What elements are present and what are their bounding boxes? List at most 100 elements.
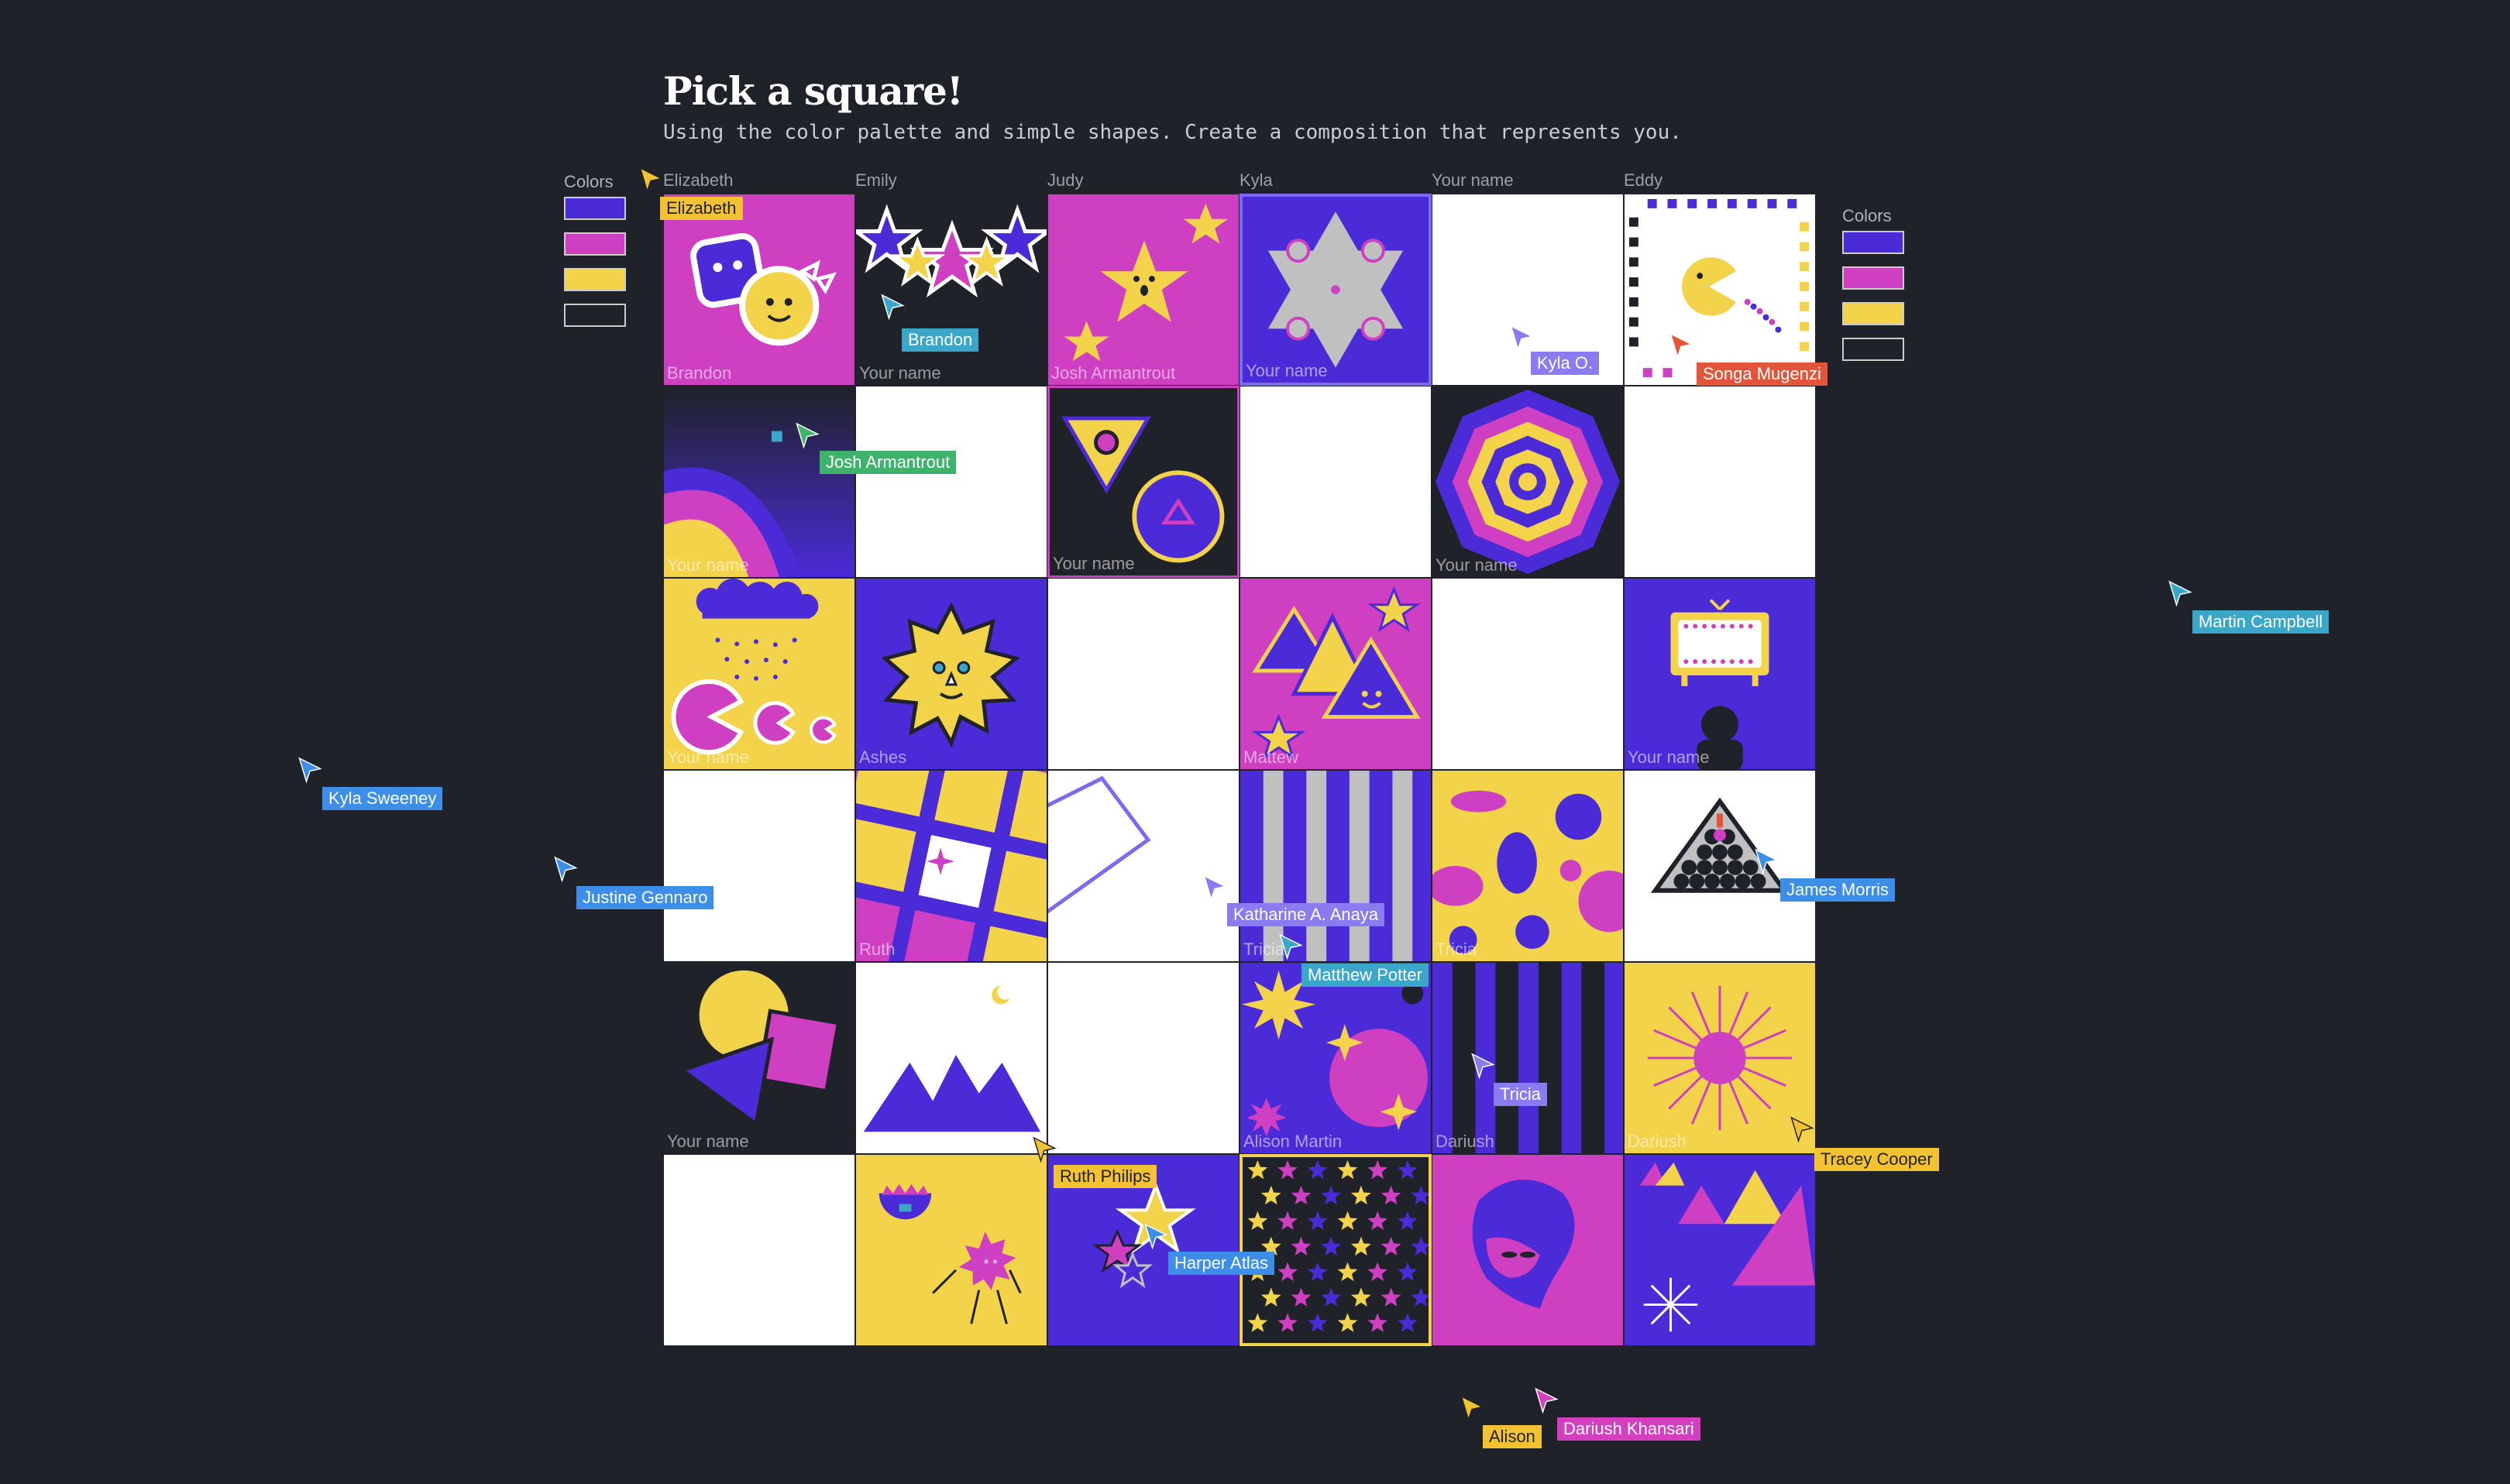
square-cell[interactable]: Josh Armantrout <box>1047 194 1240 386</box>
cursor-label: James Morris <box>1780 878 1896 902</box>
star-shape <box>1367 1313 1388 1332</box>
square-cell[interactable]: Your name <box>1047 386 1240 578</box>
swatch-purple[interactable] <box>564 197 626 220</box>
cursor-arrow-icon <box>637 166 665 194</box>
column-header: Eddy <box>1624 170 1663 190</box>
square-cell[interactable] <box>1047 578 1240 770</box>
cell-owner: Your name <box>1436 555 1518 575</box>
cursor-label: Kyla O. <box>1531 352 1600 375</box>
artwork-waves <box>664 386 854 577</box>
cursor-arrow-icon <box>1788 1115 1816 1143</box>
artwork-space <box>1241 970 1429 1137</box>
cell-owner: Dariush <box>1628 1132 1687 1151</box>
square-cell[interactable] <box>1047 962 1240 1154</box>
cursor-label: Ruth Philips <box>1054 1165 1157 1188</box>
cursor-arrow-icon <box>1532 1386 1560 1414</box>
square-cell[interactable]: Your name <box>855 194 1047 386</box>
swatch-yellow[interactable] <box>1842 302 1904 325</box>
star-shape <box>1277 1211 1298 1231</box>
swatch-yellow[interactable] <box>564 268 626 291</box>
cursor-arrow-icon <box>1469 1052 1497 1080</box>
star-shape <box>1337 1262 1358 1281</box>
cursor-label: Matthew Potter <box>1301 964 1429 987</box>
cursor-label: Songa Mugenzi <box>1697 362 1827 386</box>
star-shape <box>1277 1159 1298 1180</box>
star-shape <box>1398 1262 1418 1281</box>
square-cell[interactable]: Your name <box>663 578 855 770</box>
cursor-label: Brandon <box>902 328 979 352</box>
square-cell[interactable] <box>663 1154 855 1346</box>
swatch-purple[interactable] <box>1842 231 1904 254</box>
square-cell[interactable]: Dariush <box>1624 962 1816 1154</box>
cursor-label: Josh Armantrout <box>820 451 957 474</box>
square-cell[interactable]: Your name <box>1624 578 1816 770</box>
cursor-arrow-icon <box>1142 1222 1170 1250</box>
square-cell[interactable] <box>1432 1154 1624 1346</box>
square-cell[interactable]: Ruth <box>855 770 1047 962</box>
cursor-arrow-icon <box>793 421 821 449</box>
square-cell[interactable]: Tricia <box>1432 770 1624 962</box>
square-cell[interactable] <box>1047 770 1240 962</box>
star-shape <box>1337 1313 1358 1332</box>
square-cell[interactable] <box>1624 386 1816 578</box>
cursor-label: Dariush Khansari <box>1557 1417 1700 1441</box>
cell-owner: Mattew <box>1243 747 1298 767</box>
square-cell[interactable] <box>855 962 1047 1154</box>
page-title: Pick a square! <box>663 68 964 114</box>
square-cell[interactable]: Your name <box>1240 194 1432 386</box>
star-shape <box>1337 1211 1358 1231</box>
star-shape <box>1291 1236 1312 1256</box>
cursor-arrow-icon <box>2166 579 2194 607</box>
star-shape <box>1291 1287 1312 1307</box>
artwork-hexagram <box>1267 211 1404 368</box>
artwork-triangle-faces <box>1251 586 1422 760</box>
star-shape <box>1247 1159 1268 1180</box>
square-cell[interactable] <box>1432 578 1624 770</box>
cell-owner: Brandon <box>667 363 732 383</box>
artwork-starburst <box>1647 985 1793 1131</box>
square-cell[interactable]: Brandon <box>663 194 855 386</box>
star-shape <box>1247 1211 1268 1231</box>
square-cell[interactable]: Your name <box>663 962 855 1154</box>
square-grid: Brandon Your name Josh Armantrout Your n… <box>663 194 1816 1346</box>
swatch-black[interactable] <box>564 304 626 327</box>
square-cell[interactable]: Dariush <box>1432 962 1624 1154</box>
swatch-pink[interactable] <box>564 232 626 256</box>
star-shape <box>1380 1236 1401 1256</box>
cursor-arrow-icon <box>1277 933 1305 960</box>
cell-owner: Your name <box>667 555 749 575</box>
square-cell[interactable]: Tricia <box>1240 770 1432 962</box>
star-shape <box>1321 1287 1342 1307</box>
square-cell[interactable]: Mattew <box>1240 578 1432 770</box>
swatch-pink[interactable] <box>1842 266 1904 290</box>
star-shape <box>1307 1262 1328 1281</box>
square-cell[interactable] <box>1624 194 1816 386</box>
star-shape <box>1398 1159 1418 1180</box>
square-cell[interactable] <box>663 770 855 962</box>
square-cell[interactable]: * * <box>855 1154 1047 1346</box>
swatch-black[interactable] <box>1842 338 1904 361</box>
square-cell[interactable]: Ashes <box>855 578 1047 770</box>
star-shape <box>1351 1236 1371 1256</box>
square-cell[interactable] <box>1240 1154 1432 1346</box>
color-palette-left: Colors <box>564 172 629 339</box>
square-cell[interactable] <box>855 386 1047 578</box>
square-cell[interactable]: Your name <box>663 386 855 578</box>
star-shape <box>1247 1313 1268 1332</box>
square-cell[interactable] <box>1624 1154 1816 1346</box>
square-cell[interactable]: Alison Martin <box>1240 962 1432 1154</box>
column-header: Kyla <box>1240 170 1273 190</box>
cursor-arrow-icon <box>1508 324 1535 352</box>
cursor-label: Justine Gennaro <box>576 886 714 909</box>
square-cell[interactable] <box>1624 770 1816 962</box>
cursor-arrow-icon <box>552 855 579 883</box>
star-shape <box>1367 1262 1388 1281</box>
cell-owner: Dariush <box>1436 1132 1494 1151</box>
cell-owner: Ruth <box>859 940 896 959</box>
star-shape <box>1307 1313 1328 1332</box>
star-shape <box>1277 1313 1298 1332</box>
square-cell[interactable]: Your name <box>1432 386 1624 578</box>
square-cell[interactable] <box>1240 386 1432 578</box>
cursor-arrow-icon <box>1458 1394 1486 1422</box>
artwork-triangles-burst <box>1639 1162 1815 1332</box>
